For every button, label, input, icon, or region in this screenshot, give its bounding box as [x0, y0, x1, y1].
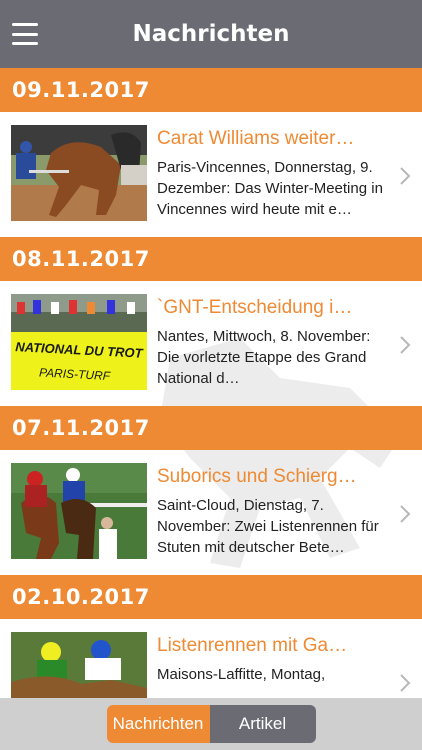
app-header: Nachrichten	[0, 0, 422, 68]
chevron-right-icon	[400, 674, 411, 692]
article-thumbnail	[11, 463, 147, 559]
article-thumbnail	[11, 632, 147, 698]
date-header: 02.10.2017	[0, 575, 422, 619]
chevron-right-icon	[400, 336, 411, 354]
list-item[interactable]: Carat Williams weiter… Paris-Vincennes, …	[0, 112, 422, 237]
article-thumbnail	[11, 125, 147, 221]
tab-artikel[interactable]: Artikel	[209, 705, 316, 743]
article-description: Saint-Cloud, Dienstag, 7. November: Zwei…	[157, 497, 379, 556]
list-item[interactable]: Listenrennen mit Ga… Maisons-Laffitte, M…	[0, 619, 422, 698]
article-title: Suborics und Schierg…	[157, 466, 357, 487]
article-title: Carat Williams weiter…	[157, 128, 355, 149]
segmented-control: Nachrichten Artikel	[106, 705, 316, 743]
bottom-tab-bar: Nachrichten Artikel	[0, 698, 422, 750]
date-header: 09.11.2017	[0, 68, 422, 112]
date-header: 07.11.2017	[0, 406, 422, 450]
hamburger-menu-icon[interactable]	[12, 22, 38, 46]
list-item[interactable]: NATIONAL DU TROT PARIS-TURF `GNT-Entsche…	[0, 281, 422, 406]
chevron-right-icon	[400, 505, 411, 523]
date-header: 08.11.2017	[0, 237, 422, 281]
article-title: `GNT-Entscheidung i…	[157, 297, 353, 318]
news-list[interactable]: 09.11.2017 Carat Williams weiter… Paris-…	[0, 68, 422, 698]
article-title: Listenrennen mit Ga…	[157, 635, 348, 656]
article-description: Maisons-Laffitte, Montag,	[157, 666, 326, 683]
article-description: Nantes, Mittwoch, 8. November: Die vorle…	[157, 328, 371, 387]
list-item[interactable]: Suborics und Schierg… Saint-Cloud, Diens…	[0, 450, 422, 575]
article-description: Paris-Vincennes, Donnerstag, 9. Dezember…	[157, 159, 383, 218]
tab-nachrichten[interactable]: Nachrichten	[106, 705, 210, 743]
article-thumbnail: NATIONAL DU TROT PARIS-TURF	[11, 294, 147, 390]
page-title: Nachrichten	[132, 21, 290, 47]
chevron-right-icon	[400, 167, 411, 185]
